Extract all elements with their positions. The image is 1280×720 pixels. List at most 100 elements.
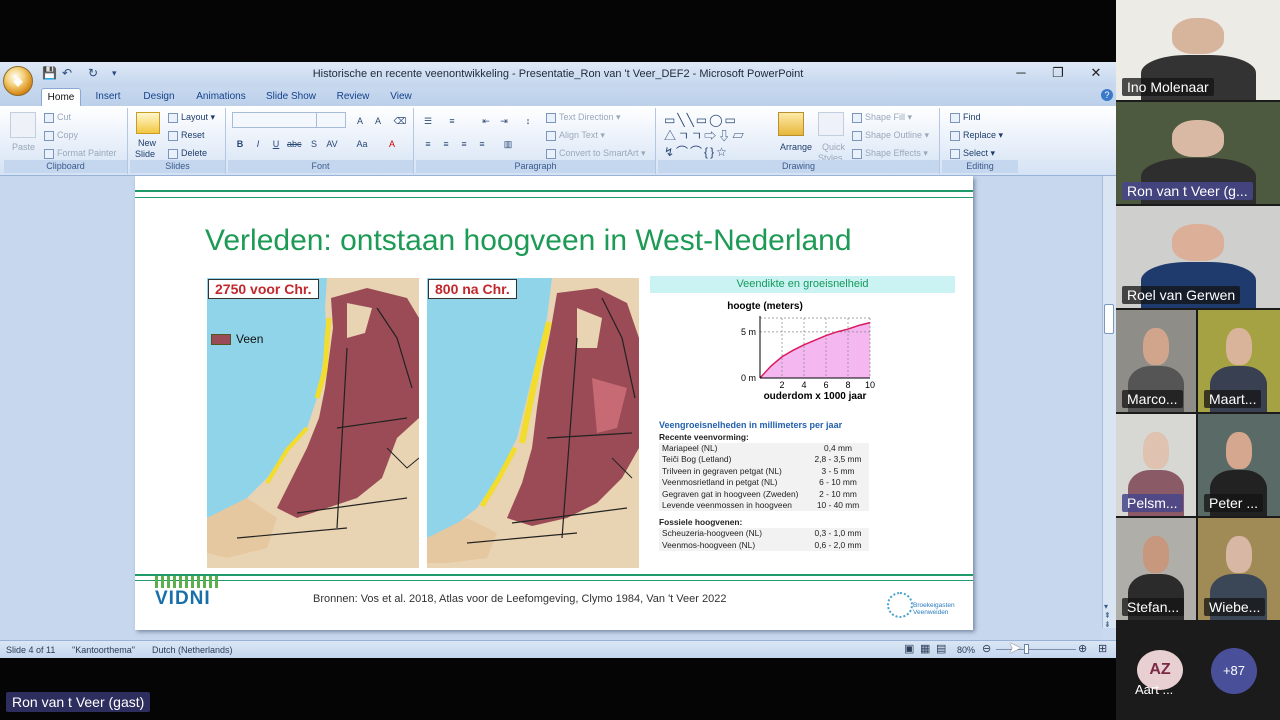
columns-icon[interactable]: ▥ xyxy=(500,136,516,150)
shape-effects-button[interactable]: Shape Effects ▾ xyxy=(852,148,928,159)
speaker-name-tag: Ron van t Veer (gast) xyxy=(6,692,151,712)
strikethrough-icon[interactable]: abc xyxy=(286,136,302,150)
zoom-out-icon[interactable]: ⊖ xyxy=(982,642,991,655)
restore-button[interactable]: ❐ xyxy=(1043,65,1073,81)
italic-icon[interactable]: I xyxy=(250,136,266,150)
delete-button[interactable]: Delete xyxy=(168,148,207,159)
tab-slide-show[interactable]: Slide Show xyxy=(263,88,319,106)
numbering-icon[interactable]: ≡ xyxy=(444,113,460,127)
font-name-select[interactable] xyxy=(232,112,318,128)
participant-tile[interactable]: Wiebe... xyxy=(1198,518,1280,620)
tab-insert[interactable]: Insert xyxy=(90,88,126,106)
help-icon[interactable]: ? xyxy=(1101,89,1113,101)
increase-indent-icon[interactable]: ⇥ xyxy=(496,113,512,127)
fit-window-icon[interactable]: ⊞ xyxy=(1098,642,1107,655)
change-case-icon[interactable]: Aa xyxy=(354,136,370,150)
row-rate: 3 - 5 mm xyxy=(821,465,855,476)
undo-icon[interactable]: ↶ xyxy=(62,66,72,80)
text-direction-button[interactable]: Text Direction ▾ xyxy=(546,112,621,123)
slide-count: Slide 4 of 11 xyxy=(6,645,56,655)
slide[interactable]: Verleden: ontstaan hoogveen in West-Nede… xyxy=(135,176,973,630)
font-size-select[interactable] xyxy=(316,112,346,128)
new-slide-button[interactable]: New xyxy=(138,138,156,148)
drawing-label: Drawing xyxy=(658,160,939,173)
shape-fill-button[interactable]: Shape Fill ▾ xyxy=(852,112,912,123)
paragraph-label: Paragraph xyxy=(416,160,655,173)
participant-name: Peter ... xyxy=(1204,494,1264,512)
shape-outline-button[interactable]: Shape Outline ▾ xyxy=(852,130,929,141)
growth-heading: Veengroeisnelheden in millimeters per ja… xyxy=(659,420,843,430)
cut-button[interactable]: Cut xyxy=(44,112,71,123)
shadow-icon[interactable]: S xyxy=(306,136,322,150)
participant-tile[interactable]: Peter ... xyxy=(1198,414,1280,516)
participant-tile[interactable]: Stefan... xyxy=(1116,518,1196,620)
tab-view[interactable]: View xyxy=(385,88,417,106)
more-participants-button[interactable]: +87 xyxy=(1211,648,1257,694)
scrollbar-thumb[interactable] xyxy=(1104,304,1114,334)
qat-dropdown-icon[interactable]: ▾ xyxy=(112,68,117,79)
prev-next-slide-icon[interactable]: ▾ ⇞ ⇟ xyxy=(1104,602,1111,629)
new-slide-label[interactable]: Slide xyxy=(135,149,155,159)
participant-tile[interactable]: Roel van Gerwen xyxy=(1116,206,1280,308)
row-rate: 0,6 - 2,0 mm xyxy=(814,539,862,550)
language[interactable]: Dutch (Netherlands) xyxy=(152,645,233,655)
participant-tile[interactable]: Maart... xyxy=(1198,310,1280,412)
align-text-button[interactable]: Align Text ▾ xyxy=(546,130,605,141)
underline-icon[interactable]: U xyxy=(268,136,284,150)
office-button[interactable]: ◈ xyxy=(3,66,33,96)
line-spacing-icon[interactable]: ↕ xyxy=(520,113,536,127)
tab-review[interactable]: Review xyxy=(333,88,373,106)
select-button[interactable]: Select ▾ xyxy=(950,148,995,159)
meeting-stage: Historische en recente veenontwikkeling … xyxy=(0,0,1280,720)
align-left-icon[interactable]: ≡ xyxy=(420,136,436,150)
close-button[interactable]: ✕ xyxy=(1081,65,1111,81)
zoom-in-icon[interactable]: ⊕ xyxy=(1078,642,1087,655)
align-right-icon[interactable]: ≡ xyxy=(456,136,472,150)
participant-tile[interactable]: Pelsm... xyxy=(1116,414,1196,516)
vertical-scrollbar[interactable] xyxy=(1102,176,1116,628)
sorter-view-icon[interactable]: ▦ xyxy=(920,642,930,655)
participant-tile[interactable]: Ino Molenaar xyxy=(1116,0,1280,100)
justify-icon[interactable]: ≡ xyxy=(474,136,490,150)
theme-name: "Kantoorthema" xyxy=(72,645,135,655)
window-title: Historische en recente veenontwikkeling … xyxy=(312,68,804,80)
slides-group: New Slide Layout ▾ Reset Delete Slides xyxy=(130,108,226,174)
participant-tile[interactable]: Marco... xyxy=(1116,310,1196,412)
map-1-graphic xyxy=(207,278,419,568)
zoom-slider-thumb[interactable] xyxy=(1024,644,1029,654)
replace-button[interactable]: Replace ▾ xyxy=(950,130,1003,141)
participant-tile[interactable]: Ron van t Veer (g... xyxy=(1116,102,1280,204)
spacing-icon[interactable]: AV xyxy=(324,136,340,150)
copy-button[interactable]: Copy xyxy=(44,130,78,141)
bullets-icon[interactable]: ☰ xyxy=(420,113,436,127)
save-icon[interactable]: 💾 xyxy=(42,66,57,80)
slideshow-view-icon[interactable]: ▤ xyxy=(936,642,946,655)
clear-format-icon[interactable]: ⌫ xyxy=(392,113,408,127)
format-painter-button[interactable]: Format Painter xyxy=(44,148,117,159)
normal-view-icon[interactable]: ▣ xyxy=(904,642,914,655)
tab-animations[interactable]: Animations xyxy=(192,88,250,106)
bold-icon[interactable]: B xyxy=(232,136,248,150)
find-button[interactable]: Find xyxy=(950,112,981,123)
decrease-indent-icon[interactable]: ⇤ xyxy=(478,113,494,127)
arrange-button[interactable]: Arrange xyxy=(780,142,812,152)
shrink-font-icon[interactable]: A xyxy=(370,113,386,127)
font-color-icon[interactable]: A xyxy=(384,136,400,150)
paste-button[interactable]: Paste xyxy=(12,142,35,152)
layout-button[interactable]: Layout ▾ xyxy=(168,112,215,123)
minimize-button[interactable]: ─ xyxy=(1006,65,1036,80)
convert-smartart-button[interactable]: Convert to SmartArt ▾ xyxy=(546,148,646,159)
redo-icon[interactable]: ↻ xyxy=(88,66,98,80)
growth-table: Veengroeisnelheden in millimeters per ja… xyxy=(659,420,869,552)
quick-styles-button[interactable]: Quick xyxy=(822,142,845,152)
zoom-level[interactable]: 80% xyxy=(957,645,975,655)
row-name: Veenmos-hoogveen (NL) xyxy=(662,539,756,550)
grow-font-icon[interactable]: A xyxy=(352,113,368,127)
row-name: Veenmosrietland in petgat (NL) xyxy=(662,477,778,488)
align-center-icon[interactable]: ≡ xyxy=(438,136,454,150)
tab-design[interactable]: Design xyxy=(139,88,179,106)
growth-chart: hoogte (meters) 0 m 5 m 2 4 6 8 10 ouderdom x 10… xyxy=(720,298,910,402)
tab-home[interactable]: Home xyxy=(41,88,81,106)
reset-button[interactable]: Reset xyxy=(168,130,205,141)
shapes-gallery-icon[interactable]: ▭╲╲▭◯▭ △ㄱㄱ⇨⇩▱ ↯⌒⌒{}☆ xyxy=(664,112,766,160)
